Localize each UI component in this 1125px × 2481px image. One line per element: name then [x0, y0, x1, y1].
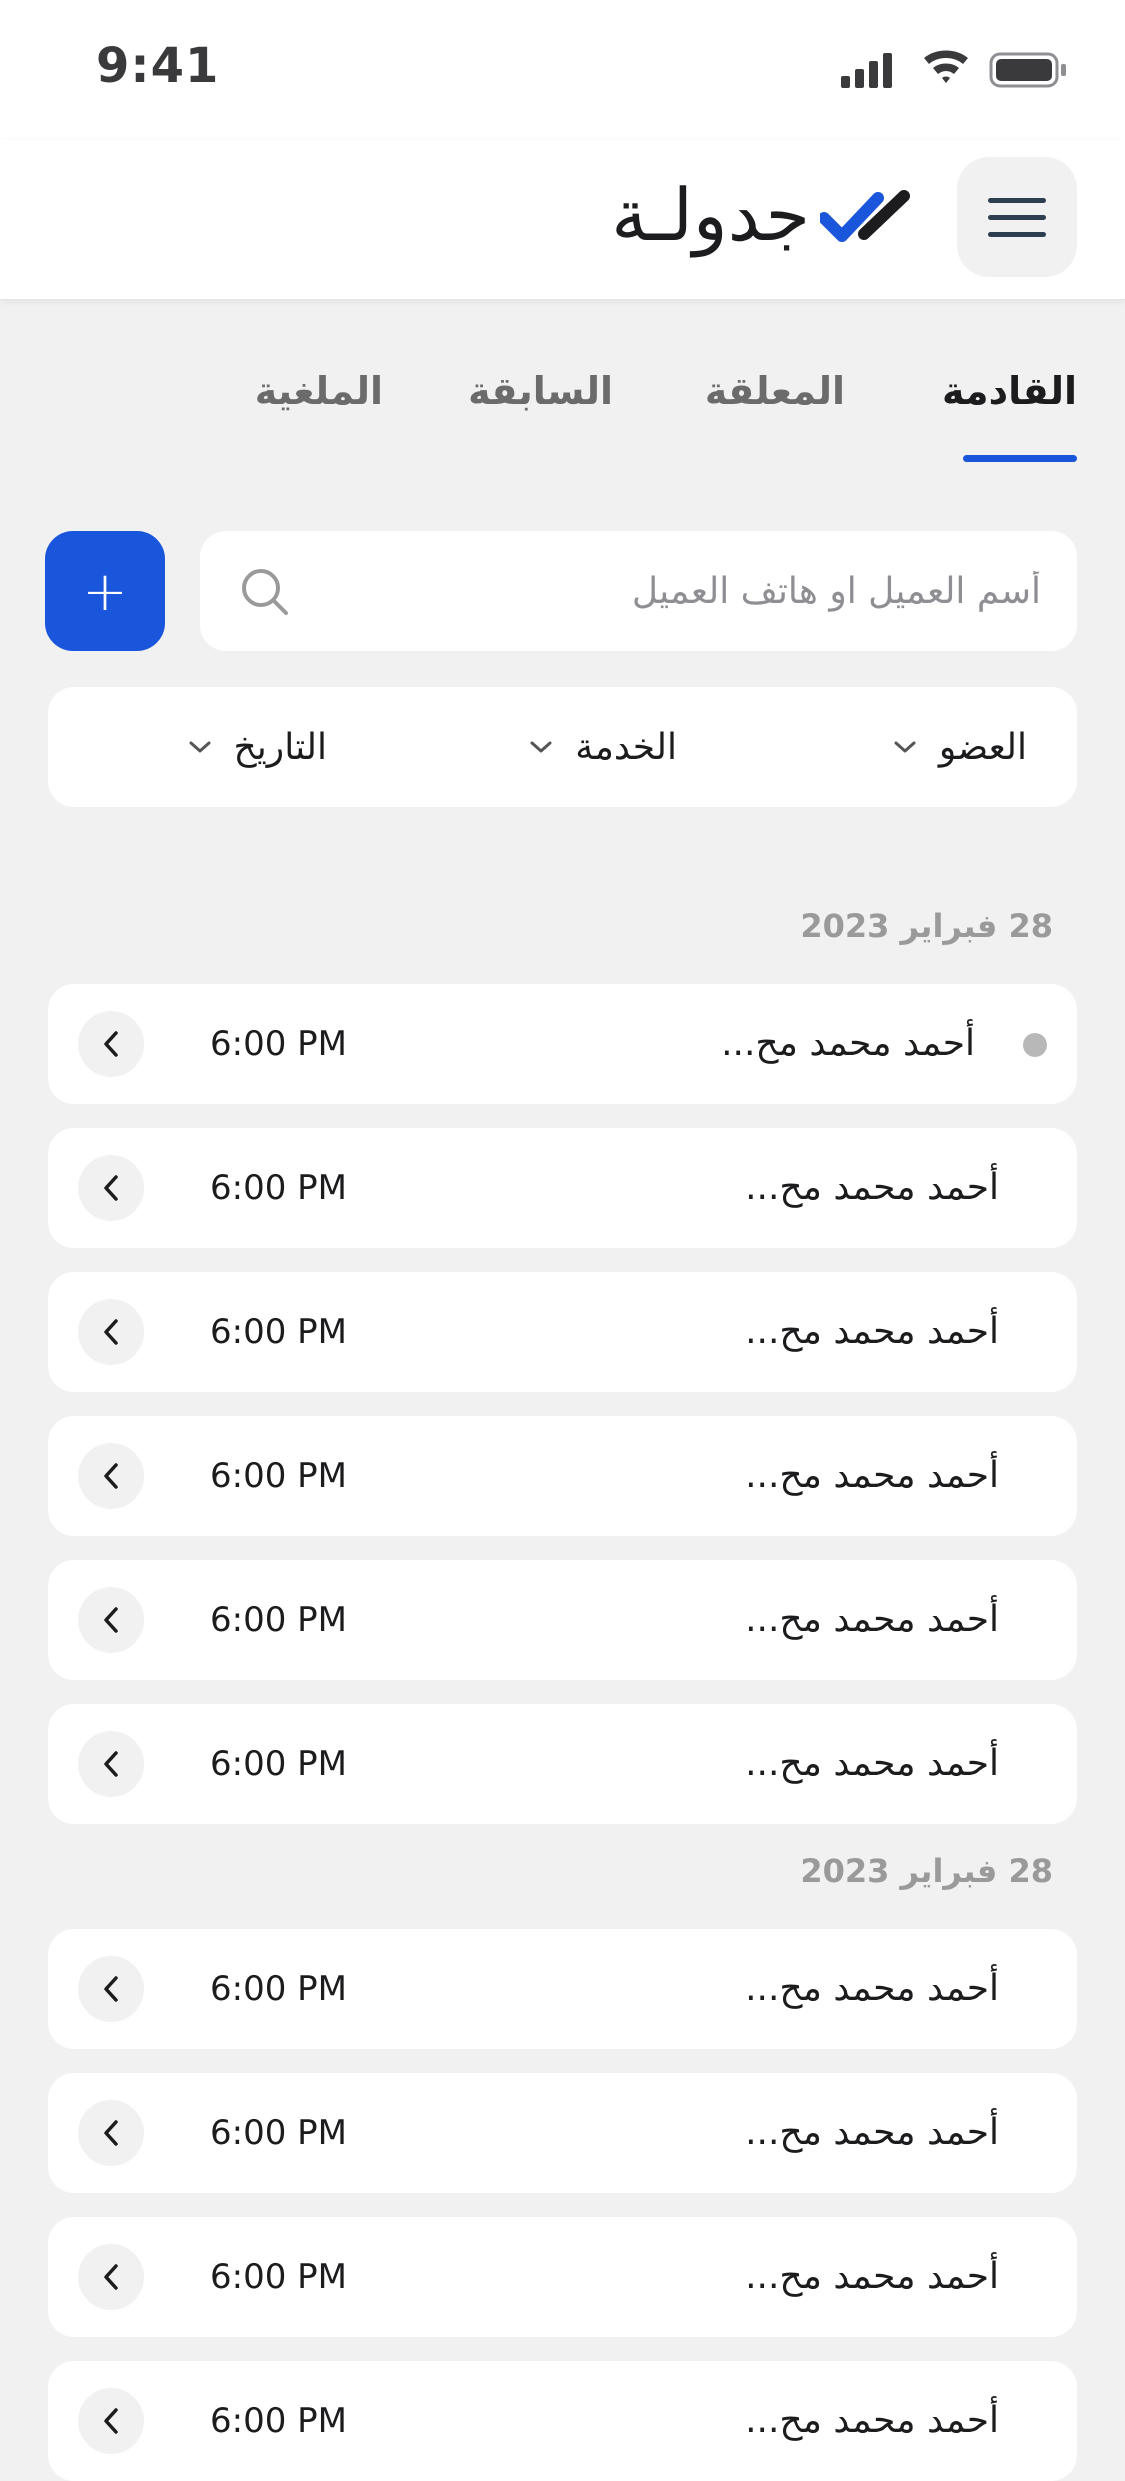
appointment-card[interactable]: أحمد محمد مح... 6:00 PM — [48, 1272, 1077, 1392]
search-icon — [242, 569, 288, 615]
status-bar: 9:41 — [0, 0, 1125, 140]
battery-icon — [989, 52, 1066, 88]
hamburger-line — [988, 197, 1046, 203]
client-name: أحمد محمد مح... — [745, 2256, 999, 2297]
chevron-left-icon — [104, 1175, 118, 1201]
hamburger-line — [988, 231, 1046, 237]
appointment-card[interactable]: أحمد محمد مح... 6:00 PM — [48, 984, 1077, 1104]
chevron-down-icon — [530, 741, 552, 753]
client-name: أحمد محمد مح... — [721, 1023, 975, 1064]
client-name: أحمد محمد مح... — [745, 1311, 999, 1352]
client-name: أحمد محمد مح... — [745, 1743, 999, 1784]
client-name: أحمد محمد مح... — [745, 1599, 999, 1640]
double-check-icon — [820, 190, 910, 242]
tab-past[interactable]: السابقة — [468, 369, 613, 413]
filter-member[interactable]: العضو — [893, 687, 1027, 807]
app-logo: جدولـة — [585, 170, 915, 260]
logo-text: جدولـة — [611, 173, 810, 257]
client-name: أحمد محمد مح... — [745, 1968, 999, 2009]
chevron-left-icon — [104, 1463, 118, 1489]
open-appointment-button[interactable] — [78, 1956, 144, 2022]
appointment-card[interactable]: أحمد محمد مح... 6:00 PM — [48, 1560, 1077, 1680]
open-appointment-button[interactable] — [78, 1299, 144, 1365]
open-appointment-button[interactable] — [78, 1011, 144, 1077]
menu-button[interactable] — [957, 157, 1077, 277]
status-icons — [841, 50, 1081, 90]
filter-service[interactable]: الخدمة — [529, 687, 677, 807]
client-name: أحمد محمد مح... — [745, 1167, 999, 1208]
wifi-icon — [924, 50, 968, 83]
chevron-left-icon — [104, 1976, 118, 2002]
search-input[interactable] — [341, 531, 1041, 651]
app-header: جدولـة — [0, 140, 1125, 300]
chevron-left-icon — [104, 1031, 118, 1057]
tab-pending[interactable]: المعلقة — [705, 369, 845, 413]
chevron-left-icon — [104, 2120, 118, 2146]
appointment-card[interactable]: أحمد محمد مح... 6:00 PM — [48, 2361, 1077, 2481]
chevron-left-icon — [104, 1319, 118, 1345]
date-group-header: 28 فبراير 2023 — [800, 907, 1053, 945]
chevron-left-icon — [104, 1607, 118, 1633]
appointment-time: 6:00 PM — [210, 1456, 347, 1496]
search-box — [200, 531, 1077, 651]
client-name: أحمد محمد مح... — [745, 2400, 999, 2441]
status-dot — [1023, 1033, 1047, 1057]
chevron-down-icon — [894, 741, 916, 753]
appointment-card[interactable]: أحمد محمد مح... 6:00 PM — [48, 2217, 1077, 2337]
appointment-time: 6:00 PM — [210, 2401, 347, 2441]
open-appointment-button[interactable] — [78, 1587, 144, 1653]
appointment-card[interactable]: أحمد محمد مح... 6:00 PM — [48, 1929, 1077, 2049]
tab-bar: القادمة المعلقة السابقة الملغية — [0, 355, 1125, 465]
open-appointment-button[interactable] — [78, 1155, 144, 1221]
appointment-time: 6:00 PM — [210, 2257, 347, 2297]
date-group-header: 28 فبراير 2023 — [800, 1852, 1053, 1890]
appointment-card[interactable]: أحمد محمد مح... 6:00 PM — [48, 2073, 1077, 2193]
appointment-time: 6:00 PM — [210, 1312, 347, 1352]
open-appointment-button[interactable] — [78, 2388, 144, 2454]
open-appointment-button[interactable] — [78, 2244, 144, 2310]
chevron-down-icon — [189, 741, 211, 753]
appointment-card[interactable]: أحمد محمد مح... 6:00 PM — [48, 1416, 1077, 1536]
appointment-time: 6:00 PM — [210, 1168, 347, 1208]
client-name: أحمد محمد مح... — [745, 2112, 999, 2153]
tab-upcoming[interactable]: القادمة — [942, 369, 1077, 413]
chevron-left-icon — [104, 2408, 118, 2434]
filter-label: العضو — [938, 726, 1027, 768]
appointment-time: 6:00 PM — [210, 1600, 347, 1640]
open-appointment-button[interactable] — [78, 2100, 144, 2166]
status-time: 9:41 — [96, 38, 220, 94]
active-tab-indicator — [963, 455, 1077, 462]
add-appointment-button[interactable]: + — [45, 531, 165, 651]
filter-date[interactable]: التاريخ — [188, 687, 327, 807]
hamburger-line — [988, 214, 1046, 220]
tab-cancelled[interactable]: الملغية — [255, 369, 383, 413]
appointment-time: 6:00 PM — [210, 1969, 347, 2009]
filter-label: الخدمة — [575, 726, 677, 768]
filter-label: التاريخ — [233, 726, 327, 768]
filter-bar: العضو الخدمة التاريخ — [48, 687, 1077, 807]
appointment-time: 6:00 PM — [210, 2113, 347, 2153]
open-appointment-button[interactable] — [78, 1731, 144, 1797]
appointment-time: 6:00 PM — [210, 1024, 347, 1064]
chevron-left-icon — [104, 1751, 118, 1777]
appointment-card[interactable]: أحمد محمد مح... 6:00 PM — [48, 1128, 1077, 1248]
appointment-time: 6:00 PM — [210, 1744, 347, 1784]
signal-icon — [841, 53, 892, 88]
appointment-card[interactable]: أحمد محمد مح... 6:00 PM — [48, 1704, 1077, 1824]
chevron-left-icon — [104, 2264, 118, 2290]
client-name: أحمد محمد مح... — [745, 1455, 999, 1496]
open-appointment-button[interactable] — [78, 1443, 144, 1509]
